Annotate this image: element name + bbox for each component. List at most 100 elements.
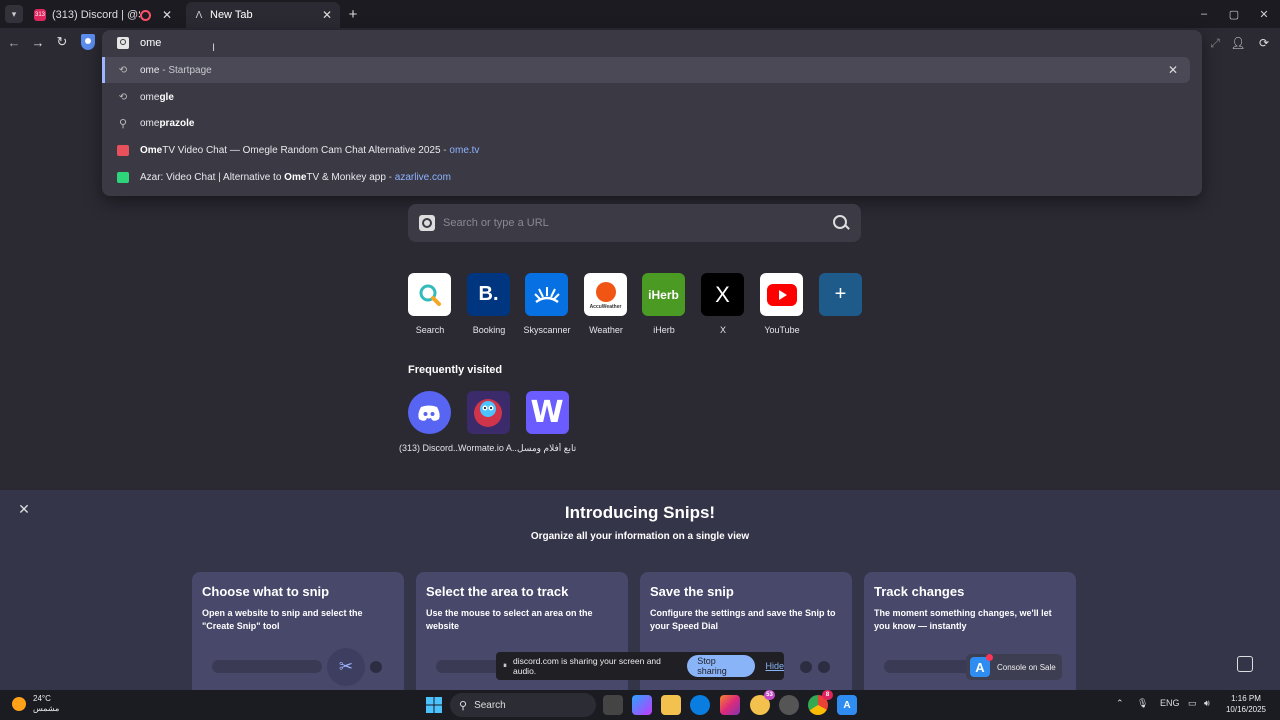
chevron-up-icon[interactable]: ⌃ bbox=[1116, 698, 1124, 709]
taskbar-search[interactable]: ⚲ Search bbox=[450, 693, 596, 717]
console-promo[interactable]: A Console on Sale bbox=[966, 654, 1062, 680]
mock-dot bbox=[800, 661, 812, 673]
history-icon: ⟲ bbox=[118, 91, 128, 103]
tab-title: (313) Discord | @SURGES bbox=[52, 9, 140, 21]
tile-label: Booking bbox=[472, 325, 506, 335]
app-store-icon: A bbox=[970, 654, 993, 677]
search-icon[interactable] bbox=[831, 213, 851, 233]
minimize-button[interactable]: – bbox=[1189, 4, 1219, 24]
snips-subtitle: Organize all your information on a singl… bbox=[530, 531, 750, 542]
address-bar-dropdown: ome ⟲ ome - Startpage ✕ ⟲ omegle ⚲ omepr… bbox=[102, 30, 1202, 196]
speed-dial-booking-tile[interactable]: B. Booking bbox=[467, 273, 511, 339]
close-tab-icon[interactable]: ✕ bbox=[319, 7, 335, 23]
speed-dial-x-tile[interactable]: X X bbox=[701, 273, 745, 339]
capture-icon[interactable]: ⤢ bbox=[1206, 34, 1224, 52]
card-description: Open a website to snip and select the "C… bbox=[202, 608, 363, 631]
suggestion-item[interactable]: ⚲ omeprazole bbox=[102, 110, 1190, 136]
chrome-icon[interactable]: 8 bbox=[808, 690, 833, 715]
app-icon[interactable] bbox=[779, 695, 799, 715]
weather-widget[interactable]: 24°C مشمس bbox=[12, 694, 59, 714]
new-tab-button[interactable]: + bbox=[344, 5, 362, 23]
tile-label: iHerb bbox=[653, 325, 675, 335]
azar-favicon bbox=[117, 171, 129, 183]
copilot-icon[interactable] bbox=[632, 695, 652, 715]
accuweather-logo: AccuWeather bbox=[584, 273, 627, 316]
suggestion-text: Azar: Video Chat | Alternative to OmeTV … bbox=[140, 171, 451, 183]
suggestion-item[interactable]: Azar: Video Chat | Alternative to OmeTV … bbox=[102, 164, 1190, 190]
hide-link[interactable]: Hide bbox=[765, 661, 784, 671]
close-window-button[interactable]: ✕ bbox=[1249, 4, 1279, 24]
back-arrow-icon[interactable]: ← bbox=[4, 32, 24, 52]
card-description: Configure the settings and save the Snip… bbox=[650, 608, 836, 631]
maximize-button[interactable]: ▢ bbox=[1219, 4, 1249, 24]
close-tab-icon[interactable]: ✕ bbox=[159, 7, 175, 23]
weather-temp: 24°C bbox=[33, 694, 51, 703]
tile-label: Weather bbox=[589, 325, 623, 335]
search-icon bbox=[408, 273, 451, 316]
search-engine-icon bbox=[419, 215, 435, 231]
frequent-item-discord[interactable]: (313) Discord... bbox=[399, 391, 459, 453]
clock[interactable]: 1:16 PM 10/16/2025 bbox=[1222, 693, 1270, 715]
suggestion-item[interactable]: ⟲ omegle bbox=[102, 84, 1190, 110]
file-explorer-icon[interactable] bbox=[661, 695, 681, 715]
speed-dial-search-tile[interactable]: Search bbox=[408, 273, 452, 339]
tab-strip: ▾ 313 (313) Discord | @SURGES ✕ Λ New Ta… bbox=[0, 0, 1280, 28]
network-icon[interactable]: ▭ bbox=[1188, 698, 1197, 709]
messenger-icon[interactable]: 53 bbox=[750, 690, 775, 715]
search-input[interactable] bbox=[443, 217, 831, 229]
speed-dial-add-tile[interactable]: + bbox=[819, 273, 863, 339]
reload-icon[interactable]: ↻ bbox=[52, 32, 72, 52]
speed-dial-youtube-tile[interactable]: YouTube bbox=[760, 273, 804, 339]
clock-time: 1:16 PM bbox=[1231, 694, 1261, 703]
address-bar[interactable]: ome bbox=[102, 30, 1202, 56]
speed-dial-weather-tile[interactable]: AccuWeather Weather bbox=[584, 273, 628, 339]
edge-icon[interactable] bbox=[690, 695, 710, 715]
tile-label: X bbox=[719, 325, 726, 335]
frequent-item-w-site[interactable]: W تابع أفلام ومسل... bbox=[517, 391, 577, 454]
task-view-icon[interactable] bbox=[603, 695, 623, 715]
app-store-icon[interactable]: A bbox=[837, 695, 857, 715]
address-bar-text[interactable]: ome bbox=[140, 37, 161, 49]
notification-badge: 53 bbox=[764, 690, 775, 700]
language-indicator[interactable]: ENG bbox=[1160, 698, 1180, 708]
microphone-icon[interactable]: 🎙︎ bbox=[1137, 698, 1148, 709]
tab-list-menu-button[interactable]: ▾ bbox=[5, 5, 23, 23]
shield-icon[interactable] bbox=[81, 34, 95, 50]
suggestion-item[interactable]: ⟲ ome - Startpage ✕ bbox=[102, 57, 1190, 83]
frequent-item-wormate[interactable]: Wormate.io A... bbox=[458, 391, 518, 453]
volume-icon[interactable]: 🔊︎ bbox=[1204, 698, 1210, 709]
tile-label: YouTube bbox=[764, 325, 800, 335]
speed-dial-search[interactable] bbox=[408, 204, 861, 242]
tab-new-tab[interactable]: Λ New Tab ✕ bbox=[186, 2, 340, 28]
instagram-icon[interactable] bbox=[720, 695, 740, 715]
x-logo: X bbox=[701, 273, 744, 316]
discord-logo bbox=[407, 391, 451, 434]
frequently-visited-heading: Frequently visited bbox=[408, 364, 503, 376]
profile-icon[interactable]: 👤︎ bbox=[1229, 34, 1247, 52]
stop-sharing-button[interactable]: Stop sharing bbox=[687, 655, 756, 677]
tile-label: Skyscanner bbox=[523, 325, 571, 335]
sync-icon[interactable]: ⟳ bbox=[1255, 34, 1273, 52]
card-description: Use the mouse to select an area on the w… bbox=[426, 608, 593, 631]
speed-dial-skyscanner-tile[interactable]: Skyscanner bbox=[523, 273, 571, 339]
sun-icon bbox=[12, 697, 26, 711]
gallery-icon[interactable] bbox=[1237, 656, 1253, 672]
search-engine-icon bbox=[117, 37, 129, 49]
booking-logo: B. bbox=[467, 273, 510, 316]
pause-icon: ⏸ bbox=[503, 661, 507, 670]
wormate-logo bbox=[466, 391, 510, 434]
mock-dot bbox=[370, 661, 382, 673]
tile-label: Search bbox=[415, 325, 445, 335]
remove-suggestion-icon[interactable]: ✕ bbox=[1166, 63, 1180, 77]
speed-dial-iherb-tile[interactable]: iHerb iHerb bbox=[642, 273, 686, 339]
mock-dot bbox=[818, 661, 830, 673]
tab-discord[interactable]: 313 (313) Discord | @SURGES ✕ bbox=[26, 2, 180, 28]
forward-arrow-icon[interactable]: → bbox=[28, 32, 48, 52]
ometv-favicon bbox=[117, 144, 129, 156]
mock-bar bbox=[212, 660, 322, 673]
suggestion-item[interactable]: OmeTV Video Chat — Omegle Random Cam Cha… bbox=[102, 137, 1190, 163]
screen-sharing-bar: ⏸ discord.com is sharing your screen and… bbox=[496, 652, 784, 680]
windows-start-icon[interactable] bbox=[424, 695, 444, 715]
suggestion-text: omegle bbox=[140, 91, 174, 103]
card-title: Save the snip bbox=[650, 584, 734, 599]
